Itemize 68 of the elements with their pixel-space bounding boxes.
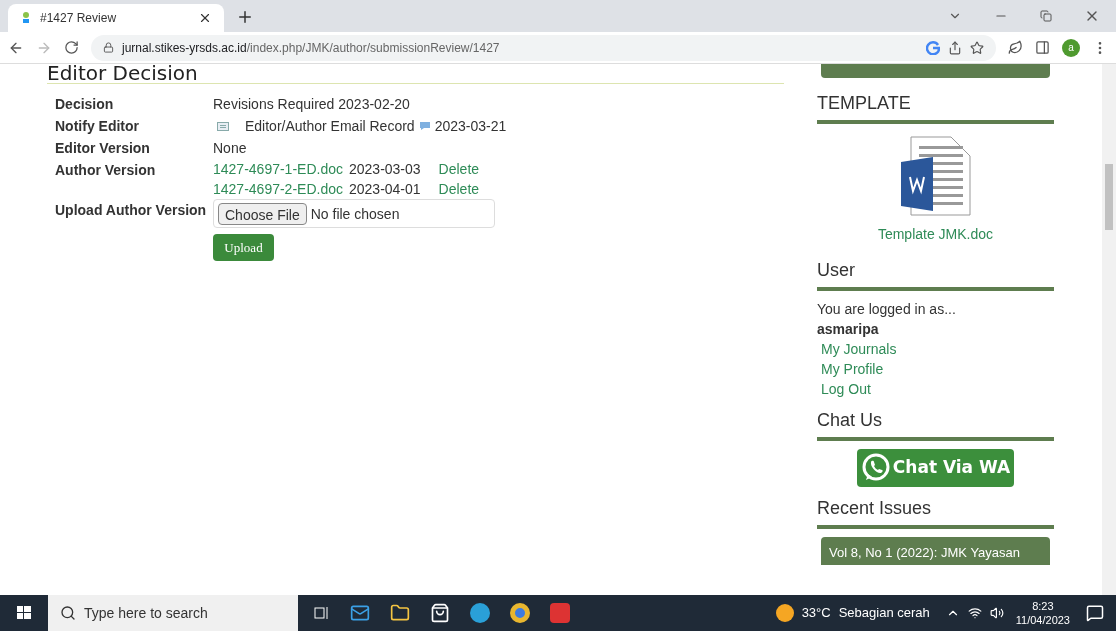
notifications-icon[interactable] — [1086, 604, 1104, 622]
file-input[interactable]: Choose File No file chosen — [213, 199, 495, 228]
file-date: 2023-03-03 — [349, 160, 421, 179]
issue-link[interactable]: Vol 8, No 1 (2022): JMK Yayasan — [821, 537, 1050, 565]
field-label: Notify Editor — [55, 117, 140, 136]
file-link[interactable]: 1427-4697-1-ED.doc — [213, 159, 343, 179]
whatsapp-icon — [860, 453, 891, 483]
login-status-text: You are logged in as... — [817, 300, 957, 319]
user-menu-link[interactable]: Log Out — [821, 379, 871, 399]
tab-title: #1427 Review — [40, 10, 118, 27]
clock-date: 11/04/2023 — [1015, 613, 1070, 627]
field-label: Upload Author Version — [55, 201, 208, 220]
share-icon[interactable] — [948, 40, 962, 55]
upload-button[interactable]: Upload — [213, 234, 274, 261]
choose-file-button[interactable]: Choose File — [218, 202, 307, 225]
profile-avatar[interactable]: a — [1062, 38, 1080, 57]
clock-time: 8:23 — [1032, 599, 1054, 613]
address-bar[interactable]: jurnal.stikes-yrsds.ac.id/index.php/JMK/author/submissionReview/1427 — [91, 34, 996, 61]
extension-icon[interactable] — [1008, 40, 1023, 55]
taskbar-search-field[interactable]: Type here to search — [48, 595, 298, 631]
weather-text[interactable]: Sebagian cerah — [838, 603, 930, 623]
temperature[interactable]: 33°C — [801, 603, 831, 623]
sidebar-heading: User — [817, 259, 856, 282]
file-link[interactable]: 1427-4697-2-ED.doc — [213, 179, 343, 199]
site-logo-icon — [20, 11, 32, 25]
close-icon[interactable] — [198, 11, 212, 25]
url-text: jurnal.stikes-yrsds.ac.id/index.php/JMK/author/submissionReview/1427 — [122, 39, 501, 57]
mail-icon[interactable] — [350, 603, 370, 623]
sidebar-heading: TEMPLATE — [817, 92, 912, 115]
user-menu-link[interactable]: My Profile — [821, 359, 884, 379]
new-tab-icon[interactable] — [236, 8, 254, 26]
file-date: 2023-04-01 — [349, 180, 421, 199]
template-link[interactable]: Template JMK.doc — [877, 224, 994, 245]
section-heading: Editor Decision — [47, 64, 784, 84]
browser-tab[interactable]: #1427 Review — [8, 4, 224, 32]
word-document-icon — [900, 136, 971, 216]
side-panel-icon[interactable] — [1035, 40, 1050, 55]
delete-link[interactable]: Delete — [438, 179, 480, 199]
envelope-icon — [217, 121, 229, 131]
task-view-icon[interactable] — [314, 605, 330, 621]
reload-icon[interactable] — [64, 40, 79, 55]
weather-icon[interactable] — [775, 604, 794, 622]
field-value: Revisions Required 2023-02-20 — [213, 96, 410, 112]
search-placeholder: Type here to search — [84, 603, 209, 623]
store-icon[interactable] — [430, 603, 450, 623]
sidebar-heading: Chat Us — [817, 409, 884, 432]
bookmark-star-icon[interactable] — [970, 40, 984, 55]
google-icon[interactable] — [926, 40, 940, 55]
notify-date: 2023-03-21 — [434, 117, 507, 136]
field-label: Editor Version — [55, 139, 151, 158]
field-label: Decision — [55, 95, 115, 114]
email-record-link[interactable]: Editor/Author Email Record — [245, 115, 415, 137]
lock-icon — [103, 42, 114, 53]
delete-link[interactable]: Delete — [438, 159, 480, 179]
restore-icon[interactable] — [1040, 10, 1052, 22]
field-label: Author Version — [55, 161, 157, 180]
wifi-icon[interactable] — [967, 606, 982, 620]
sidebar-heading: Recent Issues — [817, 497, 933, 520]
user-menu-link[interactable]: My Journals — [821, 339, 897, 359]
comment-icon — [418, 121, 431, 131]
volume-icon[interactable] — [989, 606, 1004, 620]
search-icon — [60, 605, 76, 621]
username: asmaripa — [817, 320, 880, 339]
folder-icon[interactable] — [390, 603, 410, 623]
whatsapp-chat-button[interactable]: Chat Via WA — [856, 449, 1015, 487]
clock[interactable]: 8:23 11/04/2023 — [1015, 599, 1070, 627]
file-status: No file chosen — [310, 204, 400, 224]
field-value: None — [213, 140, 247, 156]
